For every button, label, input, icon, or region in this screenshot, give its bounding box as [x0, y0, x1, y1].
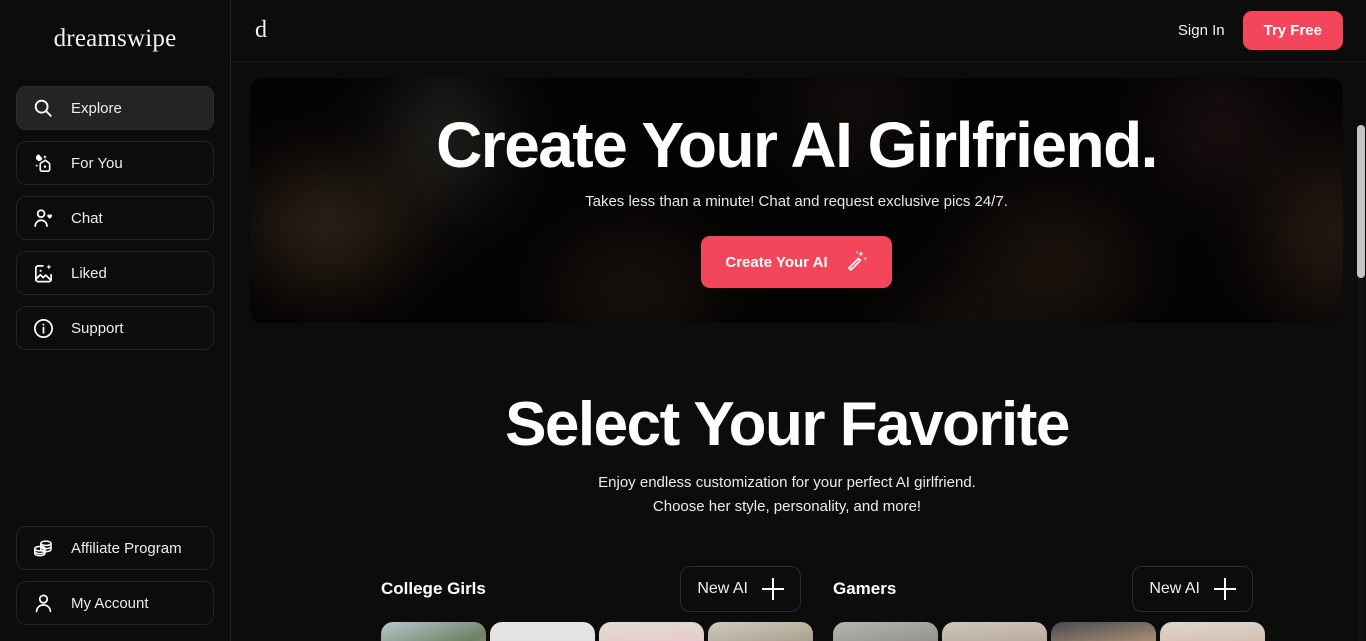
moon-sparkle-icon	[31, 151, 55, 175]
image-sparkle-icon	[31, 261, 55, 285]
sidebar-primary-nav: Explore For You Chat Liked Support	[16, 86, 214, 350]
scrollbar-thumb[interactable]	[1357, 125, 1365, 278]
hero-title: Create Your AI Girlfriend.	[436, 109, 1158, 181]
main-area: d Sign In Try Free Create Your AI Girlfr…	[231, 0, 1366, 641]
sidebar-item-for-you[interactable]: For You	[16, 141, 214, 185]
thumbnail-card[interactable]	[833, 622, 938, 641]
sidebar-item-label: Affiliate Program	[71, 539, 182, 557]
create-your-ai-button[interactable]: Create Your AI	[701, 236, 892, 288]
sidebar-item-label: Support	[71, 319, 124, 337]
sidebar-item-support[interactable]: Support	[16, 306, 214, 350]
sidebar-item-chat[interactable]: Chat	[16, 196, 214, 240]
category-title: College Girls	[381, 579, 486, 598]
plus-icon	[762, 578, 784, 600]
create-your-ai-label: Create Your AI	[725, 253, 828, 271]
user-heart-icon	[31, 206, 55, 230]
thumbnail-card[interactable]	[490, 622, 595, 641]
hero-subtitle: Takes less than a minute! Chat and reque…	[585, 193, 1008, 210]
plus-icon	[1214, 578, 1236, 600]
category-gamers: Gamers New AI	[833, 566, 1265, 641]
thumbnail-card[interactable]	[942, 622, 1047, 641]
magic-wand-icon	[846, 249, 868, 275]
thumbnail-card[interactable]	[1051, 622, 1156, 641]
sign-in-link[interactable]: Sign In	[1178, 22, 1225, 39]
favorites-subtitle-line-1: Enjoy endless customization for your per…	[598, 474, 976, 492]
category-thumbnails	[833, 622, 1265, 641]
topbar: d Sign In Try Free	[231, 0, 1366, 62]
sidebar-item-label: Explore	[71, 99, 122, 117]
search-icon	[31, 96, 55, 120]
scroll-content: Create Your AI Girlfriend. Takes less th…	[231, 62, 1366, 641]
hero-content: Create Your AI Girlfriend. Takes less th…	[250, 78, 1343, 323]
sidebar-item-label: Chat	[71, 209, 103, 227]
coins-icon	[31, 536, 55, 560]
category-thumbnails	[381, 622, 813, 641]
sidebar-item-label: Liked	[71, 264, 107, 282]
sidebar-item-label: My Account	[71, 594, 149, 612]
user-icon	[31, 591, 55, 615]
sidebar-item-label: For You	[71, 154, 123, 172]
category-row: College Girls New AI Gamers New AI	[231, 566, 1343, 641]
new-ai-button[interactable]: New AI	[680, 566, 801, 612]
app-root: dreamswipe Explore For You Chat Liked Su…	[0, 0, 1366, 641]
new-ai-label: New AI	[1149, 580, 1200, 597]
hero-banner: Create Your AI Girlfriend. Takes less th…	[250, 78, 1343, 323]
brand-logo[interactable]: dreamswipe	[16, 0, 214, 78]
sidebar-item-explore[interactable]: Explore	[16, 86, 214, 130]
category-header: Gamers New AI	[833, 566, 1253, 612]
favorites-subtitle: Enjoy endless customization for your per…	[231, 471, 1343, 520]
page-scrollbar[interactable]	[1357, 125, 1365, 641]
category-college-girls: College Girls New AI	[381, 566, 813, 641]
try-free-button[interactable]: Try Free	[1242, 11, 1343, 50]
topbar-actions: Sign In Try Free	[1178, 11, 1343, 50]
favorites-header: Select Your Favorite Enjoy endless custo…	[231, 392, 1343, 520]
topbar-logo[interactable]: d	[255, 17, 267, 44]
sidebar-secondary-nav: Affiliate Program My Account	[16, 526, 214, 625]
sidebar-item-liked[interactable]: Liked	[16, 251, 214, 295]
thumbnail-card[interactable]	[599, 622, 704, 641]
sidebar-item-my-account[interactable]: My Account	[16, 581, 214, 625]
favorites-subtitle-line-2: Choose her style, personality, and more!	[652, 498, 922, 516]
info-circle-icon	[31, 316, 55, 340]
category-title: Gamers	[833, 579, 897, 598]
thumbnail-card[interactable]	[1160, 622, 1265, 641]
thumbnail-card[interactable]	[708, 622, 813, 641]
sidebar-item-affiliate-program[interactable]: Affiliate Program	[16, 526, 214, 570]
thumbnail-card[interactable]	[381, 622, 486, 641]
new-ai-label: New AI	[697, 580, 748, 597]
new-ai-button[interactable]: New AI	[1132, 566, 1253, 612]
sidebar: dreamswipe Explore For You Chat Liked Su…	[0, 0, 231, 641]
favorites-title: Select Your Favorite	[505, 390, 1070, 459]
category-header: College Girls New AI	[381, 566, 801, 612]
